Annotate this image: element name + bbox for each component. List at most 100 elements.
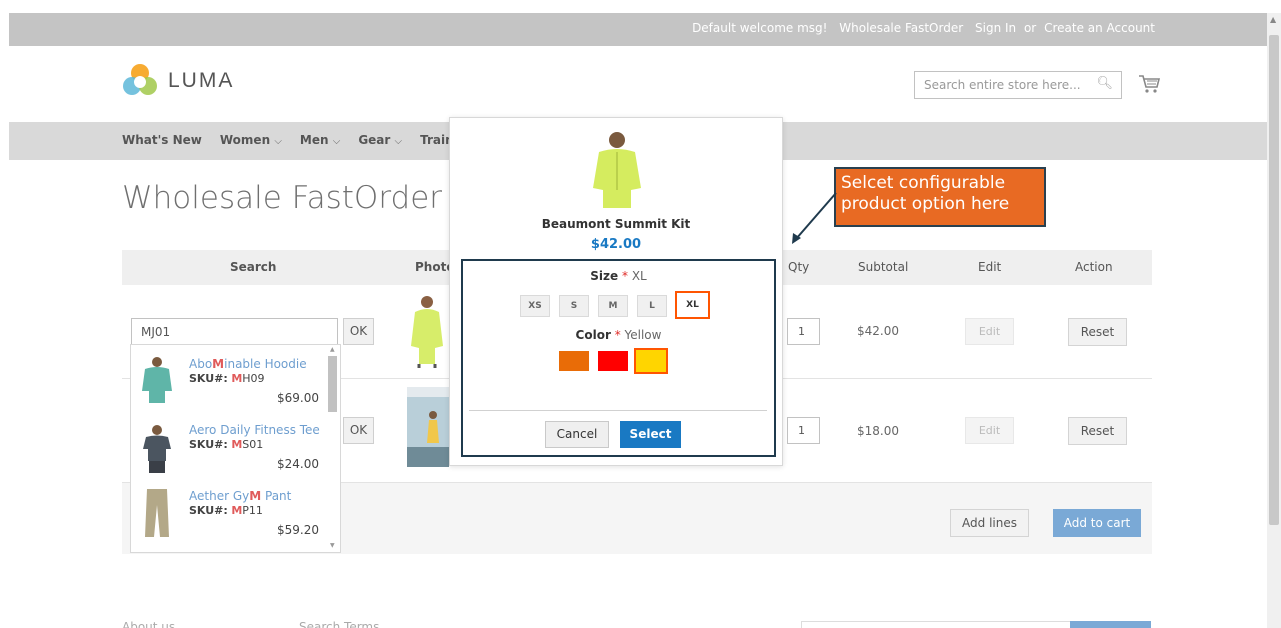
top-links: Default welcome msg! Wholesale FastOrder…: [684, 21, 1155, 35]
autocomplete-name: Aero Daily Fitness Tee: [189, 423, 320, 437]
product-thumb: [145, 489, 169, 537]
color-swatch-red[interactable]: [598, 351, 628, 371]
scroll-up-icon[interactable]: ▲: [330, 346, 335, 353]
scroll-up-icon[interactable]: ▲: [1270, 15, 1276, 24]
color-swatch-orange[interactable]: [559, 351, 589, 371]
qty-input[interactable]: 1: [787, 417, 820, 444]
size-swatch-l[interactable]: L: [637, 295, 667, 317]
options-box: Size * XL XS S M L XL Color * Yellow Can…: [461, 259, 776, 457]
nav-label: What's New: [122, 133, 202, 147]
autocomplete-sku: SKU#: MP11: [189, 504, 263, 517]
reset-button[interactable]: Reset: [1068, 417, 1127, 445]
annotation-callout: Selcet configurable product option here: [834, 167, 1046, 227]
page-scrollbar[interactable]: ▲: [1267, 13, 1281, 628]
sign-in-link[interactable]: Sign In: [975, 21, 1016, 35]
edit-button[interactable]: Edit: [965, 318, 1014, 345]
size-swatch-m[interactable]: M: [598, 295, 628, 317]
chevron-down-icon: ⌵: [394, 136, 403, 147]
ok-button[interactable]: OK: [343, 417, 374, 444]
nav-item-women[interactable]: Women ⌵: [220, 133, 282, 147]
product-photo[interactable]: [407, 292, 447, 368]
footer-links: About us Search Terms: [122, 620, 499, 628]
size-swatch-xl[interactable]: XL: [675, 291, 710, 319]
sku-label: SKU#:: [189, 372, 228, 385]
name-highlight: M: [212, 357, 225, 371]
sku-highlight: M: [231, 372, 243, 385]
scrollbar-thumb[interactable]: [1269, 35, 1279, 525]
reset-button[interactable]: Reset: [1068, 318, 1127, 346]
sku-rest: H09: [242, 372, 265, 385]
name-highlight: M: [249, 489, 262, 503]
nav-item-whats-new[interactable]: What's New: [122, 133, 202, 147]
select-button[interactable]: Select: [620, 421, 681, 448]
search-icon[interactable]: 🔍︎: [1096, 76, 1113, 91]
edit-button[interactable]: Edit: [965, 417, 1014, 444]
add-lines-button[interactable]: Add lines: [950, 509, 1029, 537]
sku-highlight: M: [231, 438, 243, 451]
search-placeholder: Search entire store here...: [924, 78, 1081, 92]
top-bar: Default welcome msg! Wholesale FastOrder…: [9, 13, 1267, 46]
autocomplete-item[interactable]: Aether GyM Pant SKU#: MP11 $59.20: [131, 483, 327, 548]
chevron-down-icon: ⌵: [332, 136, 341, 147]
product-image: [593, 132, 641, 208]
header-search: Search: [230, 260, 277, 274]
fastorder-link[interactable]: Wholesale FastOrder: [839, 21, 963, 35]
header-action: Action: [1075, 260, 1113, 274]
subtotal-value: $42.00: [857, 324, 899, 338]
product-options-modal: Beaumont Summit Kit $42.00 Size * XL XS …: [449, 117, 783, 466]
required-star: *: [621, 269, 628, 283]
add-to-cart-button[interactable]: Add to cart: [1053, 509, 1141, 537]
create-account-link[interactable]: Create an Account: [1044, 21, 1155, 35]
sku-label: SKU#:: [189, 438, 228, 451]
autocomplete-scrollbar[interactable]: ▲ ▼: [327, 344, 339, 553]
autocomplete-item[interactable]: Aero Daily Fitness Tee SKU#: MS01 $24.00: [131, 417, 327, 482]
sku-rest: S01: [242, 438, 264, 451]
nav-label: Women: [219, 133, 271, 147]
size-swatch-s[interactable]: S: [559, 295, 589, 317]
product-name: Beaumont Summit Kit: [541, 217, 691, 231]
size-swatch-xs[interactable]: XS: [520, 295, 550, 317]
autocomplete-price: $69.00: [277, 391, 319, 405]
luma-logo-icon: [123, 64, 157, 95]
annotation-arrow: [792, 192, 837, 244]
nav-item-men[interactable]: Men ⌵: [300, 133, 340, 147]
cancel-button[interactable]: Cancel: [545, 421, 609, 448]
header-subtotal: Subtotal: [858, 260, 909, 274]
cart-icon[interactable]: [1137, 72, 1161, 96]
autocomplete-dropdown: AboMinable Hoodie SKU#: MH09 $69.00 Aero…: [130, 344, 341, 553]
modal-divider: [469, 410, 767, 411]
autocomplete-name: AboMinable Hoodie: [189, 357, 307, 371]
autocomplete-item[interactable]: AboMinable Hoodie SKU#: MH09 $69.00: [131, 351, 327, 416]
subtotal-value: $18.00: [857, 424, 899, 438]
header-edit: Edit: [978, 260, 1002, 274]
newsletter-input[interactable]: [801, 621, 1071, 628]
product-thumb: [142, 357, 172, 403]
subscribe-button[interactable]: [1070, 621, 1151, 628]
product-photo[interactable]: [407, 387, 449, 467]
nav-item-gear[interactable]: Gear ⌵: [358, 133, 402, 147]
sku-search-input[interactable]: MJ01: [131, 318, 338, 346]
autocomplete-sku: SKU#: MS01: [189, 438, 263, 451]
logo[interactable]: LUMA: [122, 63, 234, 99]
name-text: inable Hoodie: [224, 357, 307, 371]
ok-button[interactable]: OK: [343, 318, 374, 345]
color-swatch-yellow[interactable]: [634, 348, 668, 374]
page-title: Wholesale FastOrder: [122, 180, 443, 216]
autocomplete-price: $24.00: [277, 457, 319, 471]
color-value: Yellow: [624, 328, 662, 342]
scroll-down-icon[interactable]: ▼: [330, 542, 335, 549]
name-text: Abo: [189, 357, 213, 371]
sku-rest: P11: [242, 504, 263, 517]
qty-input[interactable]: 1: [787, 318, 820, 345]
name-text: Aero Daily Fitness Tee: [189, 423, 320, 437]
color-label-text: Color: [575, 328, 611, 342]
scrollbar-thumb[interactable]: [328, 356, 337, 412]
autocomplete-sku: SKU#: MH09: [189, 372, 265, 385]
footer-search-terms-link[interactable]: Search Terms: [299, 620, 379, 628]
footer-about-link[interactable]: About us: [122, 620, 175, 628]
size-label-text: Size: [590, 269, 619, 283]
search-input[interactable]: Search entire store here... 🔍︎: [914, 71, 1122, 99]
color-label: Color * Yellow: [463, 328, 774, 342]
logo-text: LUMA: [168, 69, 235, 92]
sku-search-value: MJ01: [141, 325, 171, 339]
